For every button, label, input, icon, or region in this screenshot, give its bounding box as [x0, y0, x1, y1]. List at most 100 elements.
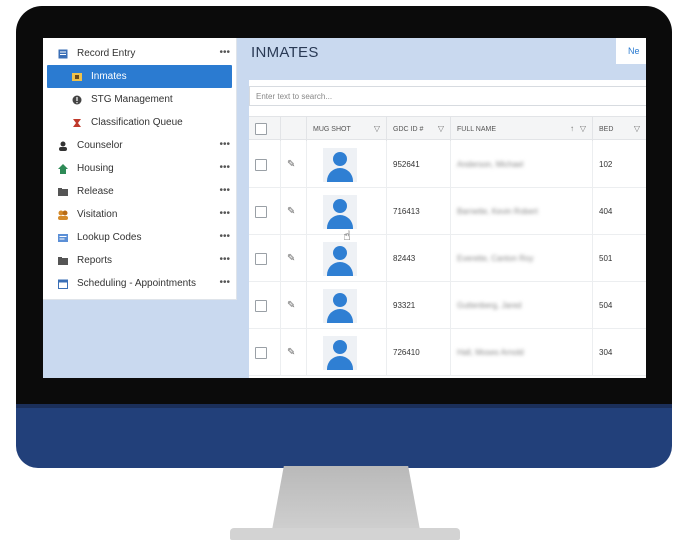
table-row[interactable]: ✎ 952641 Anderson, Michael 102 [249, 141, 646, 188]
sidebar-item-stg-management[interactable]: STG Management [43, 88, 236, 111]
full-name-cell: Everette, Canton Roy [451, 235, 593, 282]
header-label: FULL NAME [457, 125, 497, 133]
filter-icon[interactable]: ▽ [438, 124, 444, 133]
screen: Record Entry ••• Inmates STG Management … [43, 38, 646, 378]
filter-icon[interactable]: ▽ [634, 124, 640, 133]
more-icon[interactable]: ••• [219, 47, 230, 58]
row-checkbox[interactable] [255, 158, 267, 171]
more-icon[interactable]: ••• [219, 277, 230, 288]
scheduling-icon [57, 278, 69, 290]
sidebar-item-release[interactable]: Release ••• [43, 180, 236, 203]
full-name-cell: Barnette, Kevin Robert [451, 188, 593, 235]
bed-header[interactable]: BED ▽ [593, 117, 646, 141]
header-label: BED [599, 125, 614, 133]
full-name-cell: Guttenberg, Jared [451, 282, 593, 329]
filter-icon[interactable]: ▽ [374, 124, 380, 133]
avatar[interactable] [323, 288, 357, 323]
table-header: MUG SHOT ▽ GDC ID # ▽ FULL NAME ↑ ▽ BED … [249, 116, 646, 141]
pencil-icon[interactable]: ✎ [287, 206, 295, 217]
monitor-stand-base [230, 528, 460, 540]
search-input[interactable] [249, 86, 646, 106]
gdc-id-cell: 726410 [387, 329, 451, 376]
table-row[interactable]: ✎ 82443 Everette, Canton Roy 501 [249, 235, 646, 282]
full-name-text: Hall, Moses Arnold [457, 348, 524, 357]
row-checkbox[interactable] [255, 252, 267, 265]
select-all-checkbox[interactable] [255, 123, 267, 135]
sidebar-item-label: Lookup Codes [77, 232, 142, 243]
bed-cell: 504 [599, 301, 613, 310]
row-select [249, 282, 281, 329]
more-icon[interactable]: ••• [219, 139, 230, 150]
reports-icon [57, 255, 69, 267]
more-icon[interactable]: ••• [219, 185, 230, 196]
mug-shot-cell [307, 329, 387, 376]
sidebar-item-label: STG Management [91, 94, 173, 105]
filter-icon[interactable]: ▽ [580, 124, 586, 133]
record-entry-icon [57, 48, 69, 60]
row-checkbox[interactable] [255, 299, 267, 312]
bed-cell: 404 [599, 207, 613, 216]
stg-icon [71, 94, 83, 106]
sidebar-item-scheduling-appointments[interactable]: Scheduling - Appointments ••• [43, 272, 236, 295]
sidebar: Record Entry ••• Inmates STG Management … [43, 38, 237, 300]
monitor-bezel [16, 404, 672, 468]
gdc-id-cell: 952641 [387, 141, 451, 188]
sort-up-icon[interactable]: ↑ [570, 124, 574, 133]
avatar[interactable] [323, 335, 357, 370]
row-edit: ✎ [281, 329, 307, 376]
new-button[interactable]: Ne [616, 38, 646, 64]
row-select [249, 329, 281, 376]
avatar[interactable] [323, 241, 357, 276]
table-row[interactable]: ✎ 93321 Guttenberg, Jared 504 [249, 282, 646, 329]
sidebar-item-housing[interactable]: Housing ••• [43, 157, 236, 180]
table-row[interactable]: ✎ 726410 Hall, Moses Arnold 304 [249, 329, 646, 376]
inmates-icon [71, 71, 83, 83]
full-name-text: Everette, Canton Roy [457, 254, 534, 263]
sidebar-item-reports[interactable]: Reports ••• [43, 249, 236, 272]
sidebar-item-classification-queue[interactable]: Classification Queue [43, 111, 236, 134]
full-name-header[interactable]: FULL NAME ↑ ▽ [451, 117, 593, 141]
sidebar-item-inmates[interactable]: Inmates [47, 65, 232, 88]
sidebar-item-counselor[interactable]: Counselor ••• [43, 134, 236, 157]
sidebar-item-record-entry[interactable]: Record Entry ••• [43, 42, 236, 65]
row-checkbox[interactable] [255, 346, 267, 359]
more-icon[interactable]: ••• [219, 162, 230, 173]
full-name-text: Guttenberg, Jared [457, 301, 522, 310]
sidebar-item-label: Scheduling - Appointments [77, 278, 196, 289]
release-icon [57, 186, 69, 198]
full-name-text: Barnette, Kevin Robert [457, 207, 538, 216]
bed-cell: 102 [599, 160, 613, 169]
full-name-cell: Anderson, Michael [451, 141, 593, 188]
pencil-icon[interactable]: ✎ [287, 253, 295, 264]
avatar[interactable] [323, 194, 357, 229]
more-icon[interactable]: ••• [219, 208, 230, 219]
housing-icon [57, 163, 69, 175]
sidebar-item-label: Inmates [91, 71, 127, 82]
pencil-icon[interactable]: ✎ [287, 347, 295, 358]
more-icon[interactable]: ••• [219, 231, 230, 242]
pencil-icon[interactable]: ✎ [287, 159, 295, 170]
edit-column-header [281, 117, 307, 141]
page-title: INMATES [251, 44, 319, 61]
table-row[interactable]: ✎ 716413 Barnette, Kevin Robert 404 [249, 188, 646, 235]
inmates-grid: MUG SHOT ▽ GDC ID # ▽ FULL NAME ↑ ▽ BED … [249, 80, 646, 378]
full-name-text: Anderson, Michael [457, 160, 524, 169]
sidebar-item-visitation[interactable]: Visitation ••• [43, 203, 236, 226]
sidebar-item-label: Reports [77, 255, 113, 266]
pencil-icon[interactable]: ✎ [287, 300, 295, 311]
more-icon[interactable]: ••• [219, 254, 230, 265]
sidebar-item-lookup-codes[interactable]: Lookup Codes ••• [43, 226, 236, 249]
mug-shot-header[interactable]: MUG SHOT ▽ [307, 117, 387, 141]
header-label: MUG SHOT [313, 125, 351, 133]
gdc-id-header[interactable]: GDC ID # ▽ [387, 117, 451, 141]
avatar[interactable] [323, 147, 357, 182]
gdc-id-cell: 716413 [387, 188, 451, 235]
bed-cell: 501 [599, 254, 613, 263]
sidebar-item-label: Housing [77, 163, 114, 174]
monitor-stand-neck [272, 466, 420, 530]
select-all-header [249, 117, 281, 141]
row-select [249, 235, 281, 282]
row-checkbox[interactable] [255, 205, 267, 218]
row-edit: ✎ [281, 141, 307, 188]
main-content: INMATES Ne MUG SHOT ▽ GDC ID # ▽ FULL NA… [243, 38, 646, 378]
